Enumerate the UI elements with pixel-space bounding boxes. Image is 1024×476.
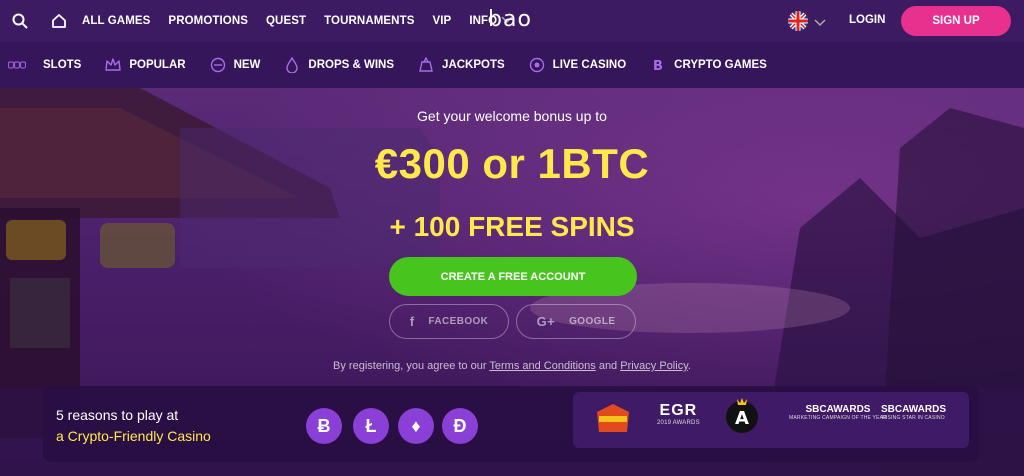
nav-tournaments[interactable]: TOURNAMENTS bbox=[324, 15, 414, 27]
hero-banner: Get your welcome bonus up to €300 or 1BT… bbox=[0, 88, 1024, 476]
askgamblers-award-logo bbox=[593, 402, 633, 441]
sbc-award-2-title: SBCAWARDS bbox=[881, 404, 947, 415]
terms-prefix: By registering, you agree to our bbox=[333, 360, 490, 372]
awards-strip: EGR 2019 AWARDS A SBCAWARDS MARKETING CA… bbox=[573, 392, 969, 448]
egr-award: EGR 2019 AWARDS bbox=[657, 402, 700, 426]
facebook-icon: f bbox=[409, 314, 415, 329]
live-casino-icon bbox=[528, 57, 546, 73]
signup-button[interactable]: SIGN UP bbox=[901, 6, 1011, 36]
egr-subtitle: 2019 AWARDS bbox=[657, 420, 700, 426]
category-label: CRYPTO GAMES bbox=[674, 59, 767, 71]
google-label: GOOGLE bbox=[569, 316, 616, 327]
sbc-award-2-subtitle: RISING STAR IN CASINO bbox=[882, 415, 945, 421]
new-icon bbox=[209, 57, 227, 73]
facebook-button[interactable]: f FACEBOOK bbox=[389, 304, 509, 339]
terms-and: and bbox=[595, 360, 621, 372]
welcome-text: Get your welcome bonus up to bbox=[417, 108, 607, 124]
sbc-award-1: SBCAWARDS MARKETING CAMPAIGN OF THE YEAR bbox=[789, 404, 887, 421]
reasons-line-1: 5 reasons to play at bbox=[56, 407, 179, 423]
egr-title: EGR bbox=[659, 402, 698, 419]
nav-all-games[interactable]: ALL GAMES bbox=[82, 15, 150, 27]
jackpot-icon bbox=[417, 57, 435, 73]
free-spins-text: + 100 FREE SPINS bbox=[389, 211, 635, 242]
category-live-casino[interactable]: LIVE CASINO bbox=[528, 57, 626, 73]
top-navigation: ALL GAMES PROMOTIONS QUEST TOURNAMENTS V… bbox=[0, 0, 1024, 42]
category-label: POPULAR bbox=[129, 59, 186, 71]
brand-logo[interactable]: bao bbox=[488, 7, 532, 32]
google-button[interactable]: G+ GOOGLE bbox=[516, 304, 636, 339]
home-icon[interactable] bbox=[44, 0, 74, 42]
search-icon[interactable] bbox=[2, 0, 38, 42]
category-label: LIVE CASINO bbox=[552, 59, 627, 71]
bonus-amount: €300 or 1BTC bbox=[374, 140, 650, 187]
svg-text:B: B bbox=[653, 59, 663, 73]
category-label: DROPS & WINS bbox=[308, 59, 395, 71]
sbc-award-1-title: SBCAWARDS bbox=[805, 404, 871, 415]
bitcoin-icon: Ƀ bbox=[306, 408, 342, 444]
slots-icon bbox=[8, 57, 26, 73]
category-jackpots[interactable]: JACKPOTS bbox=[417, 57, 505, 73]
nav-promotions[interactable]: PROMOTIONS bbox=[168, 15, 248, 27]
category-crypto-games[interactable]: B CRYPTO GAMES bbox=[649, 57, 767, 73]
language-chevron-icon[interactable] bbox=[814, 14, 826, 32]
uk-flag-icon[interactable] bbox=[788, 11, 808, 31]
ethereum-icon: ♦ bbox=[398, 408, 434, 444]
category-slots[interactable]: SLOTS bbox=[8, 57, 81, 73]
crown-icon bbox=[104, 57, 122, 73]
create-account-button[interactable]: CREATE A FREE ACCOUNT bbox=[389, 257, 637, 296]
category-label: JACKPOTS bbox=[442, 59, 505, 71]
category-bar: SLOTS POPULAR NEW DROPS & WINS JACKPOTS … bbox=[0, 42, 1024, 88]
reasons-line-2: a Crypto-Friendly Casino bbox=[56, 428, 211, 444]
category-drops-wins[interactable]: DROPS & WINS bbox=[283, 57, 394, 73]
nav-quest[interactable]: QUEST bbox=[266, 15, 306, 27]
main-nav: ALL GAMES PROMOTIONS QUEST TOURNAMENTS V… bbox=[82, 15, 531, 27]
a-award-badge: A bbox=[725, 395, 759, 446]
privacy-link[interactable]: Privacy Policy bbox=[620, 360, 688, 372]
nav-vip[interactable]: VIP bbox=[432, 15, 451, 27]
sbc-award-1-subtitle: MARKETING CAMPAIGN OF THE YEAR bbox=[789, 415, 887, 421]
category-label: NEW bbox=[233, 59, 261, 71]
terms-link[interactable]: Terms and Conditions bbox=[489, 360, 595, 372]
dogecoin-icon: Đ bbox=[442, 408, 478, 444]
google-plus-icon: G+ bbox=[536, 314, 556, 329]
login-button[interactable]: LOGIN bbox=[849, 14, 885, 26]
drops-icon bbox=[283, 57, 301, 73]
category-popular[interactable]: POPULAR bbox=[104, 57, 186, 73]
facebook-label: FACEBOOK bbox=[428, 316, 489, 327]
category-new[interactable]: NEW bbox=[209, 57, 261, 73]
category-label: SLOTS bbox=[43, 59, 82, 71]
terms-suffix: . bbox=[687, 360, 691, 372]
sbc-award-2: SBCAWARDS RISING STAR IN CASINO bbox=[881, 404, 946, 421]
reasons-panel[interactable]: 5 reasons to play at a Crypto-Friendly C… bbox=[43, 386, 979, 462]
litecoin-icon: Ł bbox=[353, 408, 389, 444]
crypto-icon: B bbox=[649, 57, 667, 73]
terms-notice: By registering, you agree to our Terms a… bbox=[0, 360, 1024, 372]
svg-text:A: A bbox=[735, 408, 749, 429]
